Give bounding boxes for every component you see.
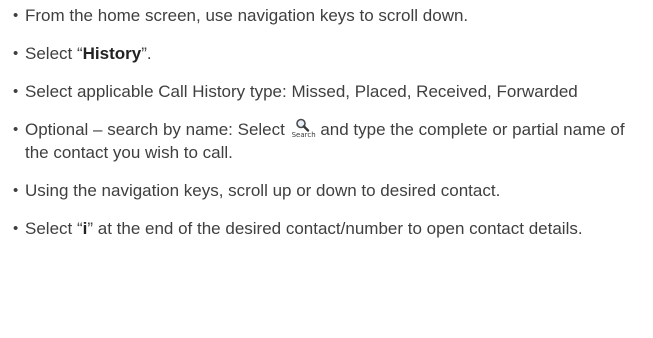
list-item-step-4: Optional – search by name: Select Search… <box>13 118 645 164</box>
instruction-page: From the home screen, use navigation key… <box>0 0 653 338</box>
step-1-text: From the home screen, use navigation key… <box>25 6 469 25</box>
search-button-icon: Search <box>291 118 316 139</box>
list-item-step-2: Select “History”. <box>13 42 645 65</box>
search-icon <box>295 118 309 132</box>
step-4-prefix: Optional – search by name: Select <box>25 120 290 139</box>
step-6-prefix: Select “ <box>25 219 83 238</box>
list-item-step-5: Using the navigation keys, scroll up or … <box>13 179 645 202</box>
history-keyword: History <box>82 44 142 63</box>
instruction-list: From the home screen, use navigation key… <box>13 4 653 240</box>
step-6-suffix: ” at the end of the desired contact/numb… <box>87 219 583 238</box>
list-item-step-6: Select “i” at the end of the desired con… <box>13 217 645 240</box>
step-2-suffix: ”. <box>141 44 152 63</box>
step-2-prefix: Select “ <box>25 44 83 63</box>
step-5-text: Using the navigation keys, scroll up or … <box>25 181 501 200</box>
list-item-step-3: Select applicable Call History type: Mis… <box>13 80 645 103</box>
list-item-step-1: From the home screen, use navigation key… <box>13 4 645 27</box>
search-icon-label: Search <box>291 131 316 139</box>
step-3-text: Select applicable Call History type: Mis… <box>25 82 578 101</box>
